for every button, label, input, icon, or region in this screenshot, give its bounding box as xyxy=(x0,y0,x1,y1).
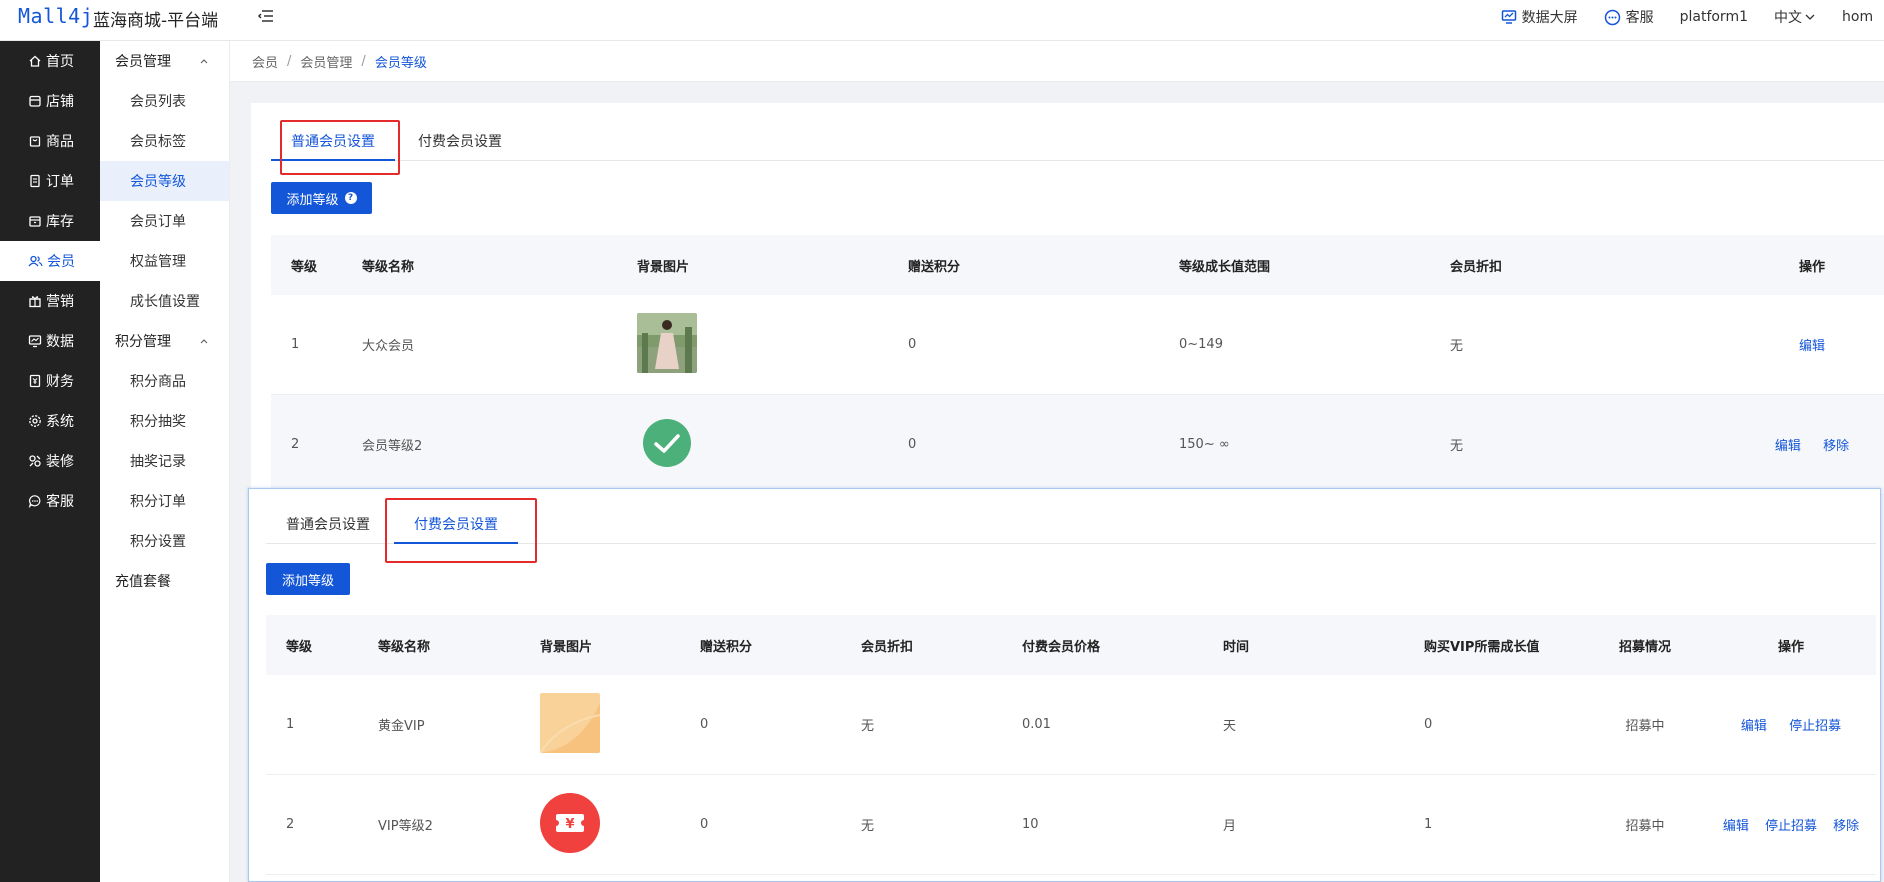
chevron-up-icon xyxy=(200,339,208,344)
decorate-icon xyxy=(29,455,41,467)
remove-link[interactable]: 移除 xyxy=(1823,439,1849,454)
order-icon xyxy=(30,174,40,188)
data-screen-link[interactable]: 数据大屏 xyxy=(1501,7,1578,27)
add-level-button[interactable]: 添加等级 xyxy=(266,563,350,595)
paid-level-table: 等级 等级名称 背景图片 赠送积分 会员折扣 付费会员价格 时间 购买VIP所需… xyxy=(266,615,1876,875)
tab-paid-member[interactable]: 付费会员设置 xyxy=(394,505,518,544)
logo: Mall4j xyxy=(18,4,94,28)
tab-bar: 普通会员设置 付费会员设置 xyxy=(271,122,1884,161)
sidebar-collapse-icon[interactable] xyxy=(255,6,277,28)
home-icon xyxy=(29,55,41,67)
language-label: 中文 xyxy=(1774,10,1802,26)
nav-customer-service[interactable]: 客服 xyxy=(0,481,100,521)
normal-level-table: 等级 等级名称 背景图片 赠送积分 等级成长值范围 会员折扣 操作 1 大众会员 xyxy=(271,235,1884,495)
nav-members[interactable]: 会员 xyxy=(0,241,100,281)
table-row: 2 VIP等级2 ¥ 0 无 10 月 1 招募中 编辑 停止招募 移除 xyxy=(266,775,1876,875)
stop-recruit-link[interactable]: 停止招募 xyxy=(1789,719,1841,734)
menu-points-settings[interactable]: 积分设置 xyxy=(100,521,229,561)
table-header: 等级 等级名称 背景图片 赠送积分 会员折扣 付费会员价格 时间 购买VIP所需… xyxy=(266,615,1876,675)
tab-normal-member[interactable]: 普通会员设置 xyxy=(266,505,390,543)
menu-benefits-management[interactable]: 权益管理 xyxy=(100,241,229,281)
nav-decorate[interactable]: 装修 xyxy=(0,441,100,481)
chevron-up-icon xyxy=(200,59,208,64)
chevron-down-icon xyxy=(1805,14,1815,20)
gift-icon xyxy=(29,296,41,308)
customer-service-label: 客服 xyxy=(1625,10,1654,26)
menu-lottery-records[interactable]: 抽奖记录 xyxy=(100,441,229,481)
breadcrumb-current: 会员等级 xyxy=(374,55,427,71)
data-screen-label: 数据大屏 xyxy=(1521,10,1578,26)
app-title: 蓝海商城-平台端 xyxy=(93,11,219,31)
edit-link[interactable]: 编辑 xyxy=(1799,339,1825,354)
table-header: 等级 等级名称 背景图片 赠送积分 等级成长值范围 会员折扣 操作 xyxy=(271,235,1884,295)
platform-name: platform1 xyxy=(1679,9,1748,25)
remove-link[interactable]: 移除 xyxy=(1833,819,1859,834)
menu-member-list[interactable]: 会员列表 xyxy=(100,81,229,121)
paid-member-panel: 普通会员设置 付费会员设置 添加等级 等级 等级名称 背景图片 赠送积分 会员折… xyxy=(248,488,1881,882)
menu-group-points-management[interactable]: 积分管理 xyxy=(100,321,229,361)
finance-icon xyxy=(29,374,41,388)
help-icon: ? xyxy=(344,192,357,204)
chart-icon xyxy=(28,335,42,348)
table-row: 1 黄金VIP 0 无 0.01 天 0 招募中 编辑 停止招募 xyxy=(266,675,1876,775)
menu-points-orders[interactable]: 积分订单 xyxy=(100,481,229,521)
stop-recruit-link[interactable]: 停止招募 xyxy=(1765,819,1817,834)
coupon-badge-icon: ¥ xyxy=(540,792,600,853)
chat-bubble-icon xyxy=(1604,9,1620,25)
nav-finance[interactable]: 财务 xyxy=(0,361,100,401)
secondary-sidebar: 会员管理 会员列表 会员标签 会员等级 会员订单 权益管理 成长值设置 积分管理… xyxy=(100,41,230,882)
language-selector[interactable]: 中文 xyxy=(1774,7,1816,27)
members-icon xyxy=(28,255,43,267)
edit-link[interactable]: 编辑 xyxy=(1741,719,1767,734)
menu-group-member-management[interactable]: 会员管理 xyxy=(100,41,229,81)
menu-growth-settings[interactable]: 成长值设置 xyxy=(100,281,229,321)
breadcrumb: 会员 / 会员管理 / 会员等级 xyxy=(230,41,1884,82)
normal-member-panel: 普通会员设置 付费会员设置 添加等级? 等级 等级名称 背景图片 赠送积分 等级… xyxy=(251,103,1884,495)
nav-marketing[interactable]: 营销 xyxy=(0,281,100,321)
monitor-icon xyxy=(1501,10,1516,24)
table-row: 2 会员等级2 0 150~ ∞ 无 编辑 移除 xyxy=(271,395,1884,495)
menu-member-levels[interactable]: 会员等级 xyxy=(100,161,229,201)
top-header: Mall4j 蓝海商城-平台端 数据大屏 客服 platform1 中文 hom xyxy=(0,0,1884,41)
photo-thumbnail xyxy=(637,312,697,373)
tab-paid-member[interactable]: 付费会员设置 xyxy=(395,122,525,160)
breadcrumb-item[interactable]: 会员 xyxy=(252,52,278,71)
gold-card-thumbnail xyxy=(539,692,601,754)
nav-goods[interactable]: 商品 xyxy=(0,121,100,161)
nav-orders[interactable]: 订单 xyxy=(0,161,100,201)
bag-icon xyxy=(29,136,41,147)
edit-link[interactable]: 编辑 xyxy=(1723,819,1749,834)
chat-icon xyxy=(28,495,41,508)
menu-recharge-packages[interactable]: 充值套餐 xyxy=(100,561,229,601)
menu-points-goods[interactable]: 积分商品 xyxy=(100,361,229,401)
customer-service-link[interactable]: 客服 xyxy=(1604,7,1654,27)
menu-member-tags[interactable]: 会员标签 xyxy=(100,121,229,161)
menu-member-orders[interactable]: 会员订单 xyxy=(100,201,229,241)
menu-points-lottery[interactable]: 积分抽奖 xyxy=(100,401,229,441)
shop-icon xyxy=(29,95,41,107)
nav-inventory[interactable]: 库存 xyxy=(0,201,100,241)
user-menu[interactable]: hom xyxy=(1842,9,1884,25)
box-icon xyxy=(29,216,41,227)
primary-sidebar: 首页 店铺 商品 订单 库存 会员 营销 数据 财务 系统 装修 客服 xyxy=(0,41,100,882)
breadcrumb-item[interactable]: 会员管理 xyxy=(300,52,352,71)
tab-bar: 普通会员设置 付费会员设置 xyxy=(266,505,1876,544)
nav-data[interactable]: 数据 xyxy=(0,321,100,361)
check-badge-icon xyxy=(643,418,691,467)
nav-system[interactable]: 系统 xyxy=(0,401,100,441)
nav-shop[interactable]: 店铺 xyxy=(0,81,100,121)
svg-text:¥: ¥ xyxy=(565,817,574,832)
nav-home[interactable]: 首页 xyxy=(0,41,100,81)
settings-icon xyxy=(29,415,41,427)
tab-normal-member[interactable]: 普通会员设置 xyxy=(271,122,395,161)
table-row: 1 大众会员 0 0~149 无 编辑 xyxy=(271,295,1884,395)
edit-link[interactable]: 编辑 xyxy=(1775,439,1801,454)
add-level-button[interactable]: 添加等级? xyxy=(271,182,372,214)
